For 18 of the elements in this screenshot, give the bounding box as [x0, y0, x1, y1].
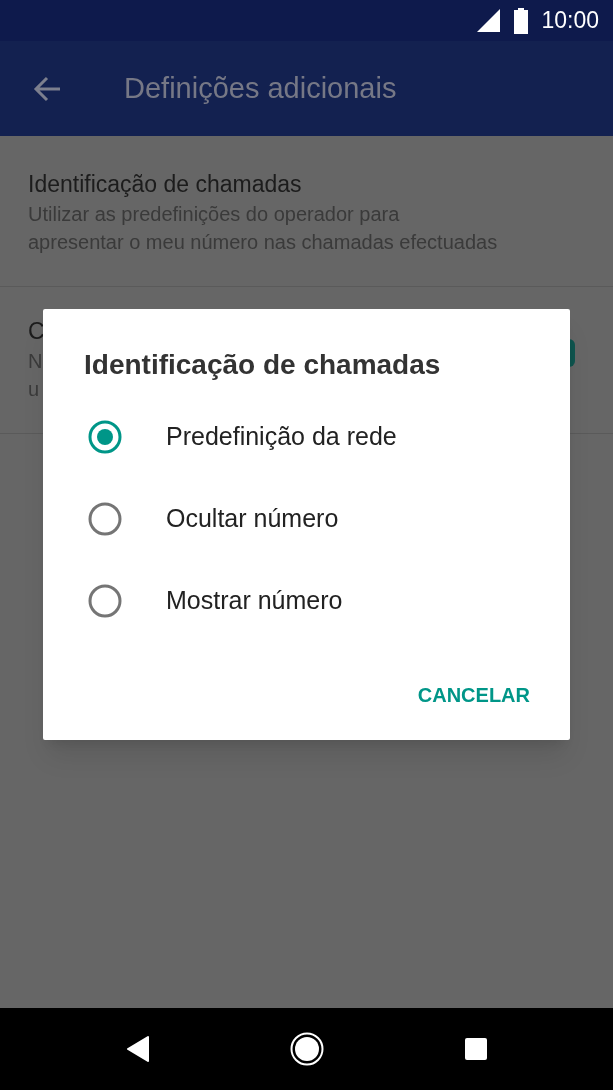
radio-button[interactable]	[88, 584, 122, 618]
option-label[interactable]: Ocultar número	[166, 500, 339, 538]
clock: 10:00	[541, 6, 599, 36]
recents-icon[interactable]	[463, 1037, 488, 1061]
dialog-title: Identificação de chamadas	[84, 348, 441, 382]
screen-title: Definições adicionais	[124, 70, 397, 106]
option-label[interactable]: Mostrar número	[166, 582, 343, 620]
signal-icon	[477, 8, 502, 33]
battery-icon	[513, 7, 530, 34]
radio-button[interactable]	[88, 420, 122, 454]
radio-button[interactable]	[88, 502, 122, 536]
back-arrow-icon[interactable]	[33, 75, 61, 102]
back-icon[interactable]	[125, 1036, 150, 1062]
option-label[interactable]: Predefinição da rede	[166, 418, 397, 456]
home-icon[interactable]	[289, 1032, 324, 1066]
cancel-button[interactable]: CANCELAR	[403, 672, 544, 718]
setting-title: Identificação de chamadas	[28, 170, 302, 199]
setting-title: C	[28, 317, 45, 346]
